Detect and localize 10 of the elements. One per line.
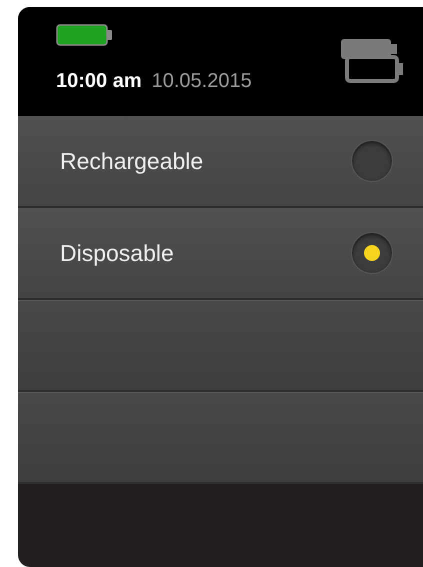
radio-button[interactable]: [351, 140, 393, 182]
radio-button[interactable]: [351, 232, 393, 274]
date-text: 10.05.2015: [152, 69, 252, 94]
option-row[interactable]: Disposable: [18, 208, 423, 300]
option-label: Rechargeable: [60, 146, 204, 176]
battery-pair-icon: [339, 39, 405, 85]
option-label: Disposable: [60, 238, 174, 268]
battery-icon: [56, 24, 114, 46]
option-row[interactable]: Rechargeable: [18, 116, 423, 208]
time-text: 10:00 am: [56, 69, 142, 94]
